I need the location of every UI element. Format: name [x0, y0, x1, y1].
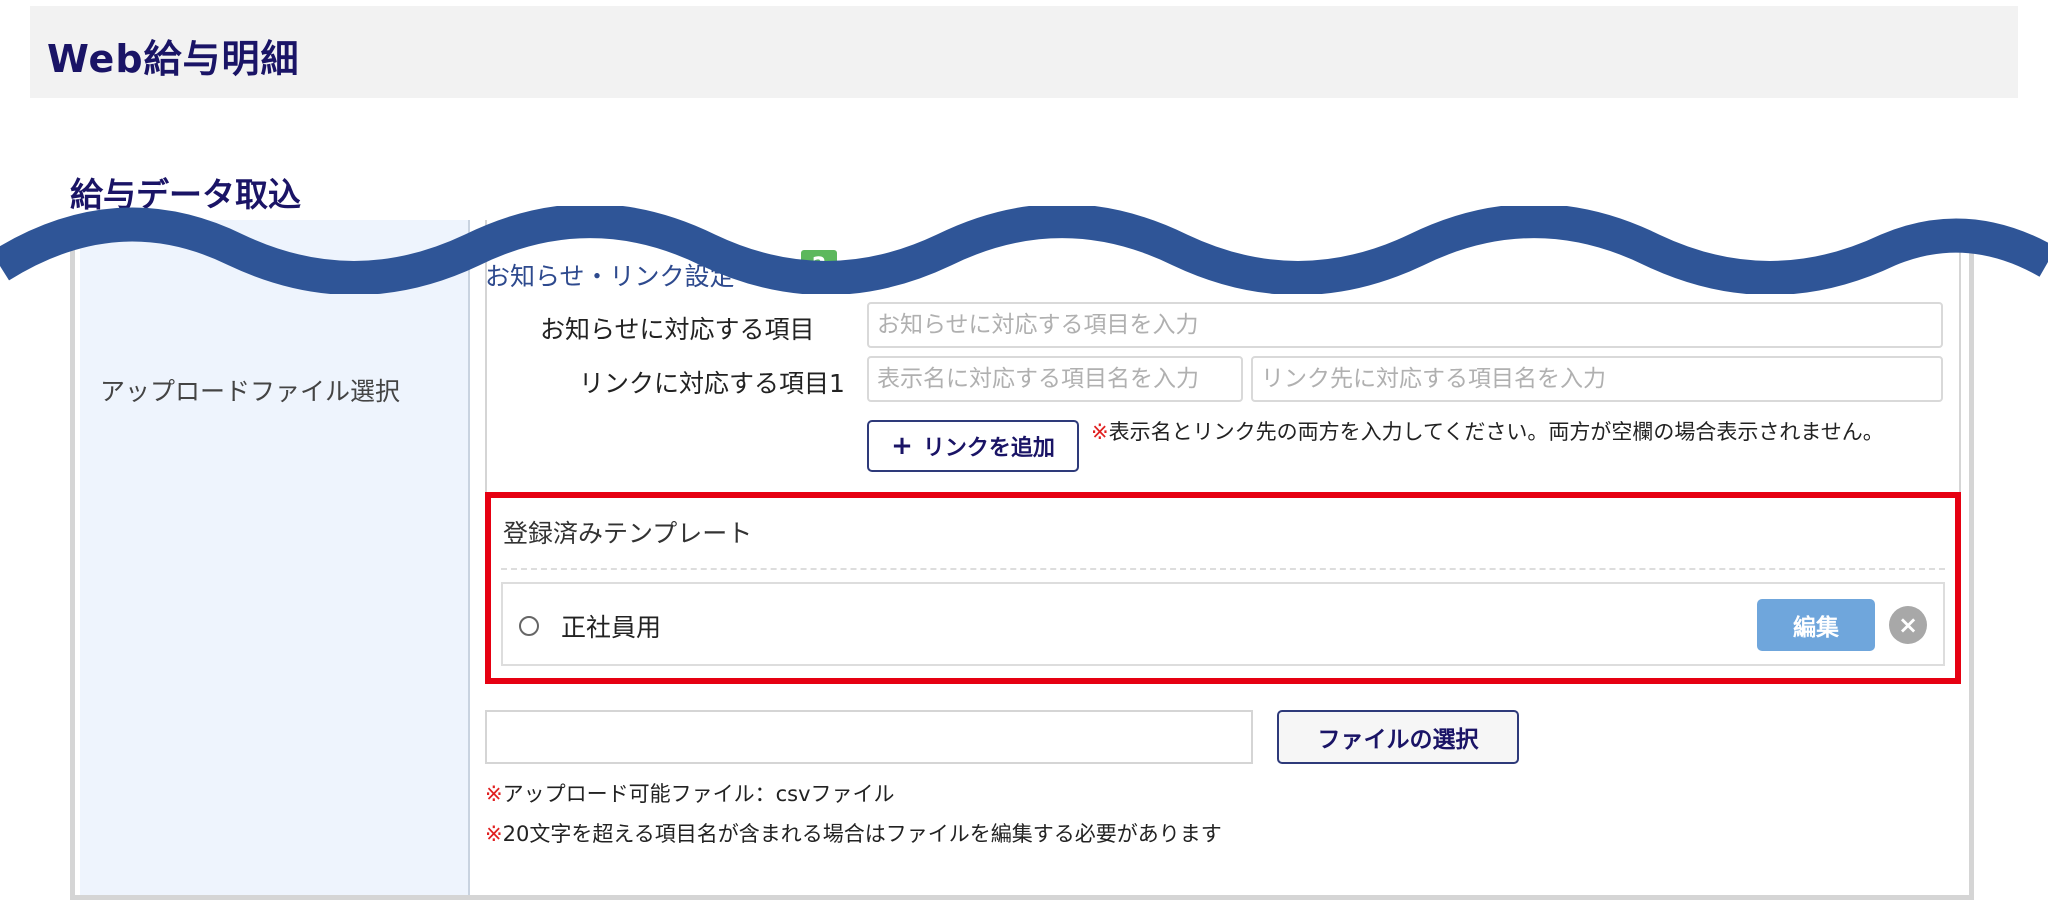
- file-note-text: アップロード可能ファイル：csvファイル: [502, 782, 895, 806]
- link-note: ※表示名とリンク先の両方を入力してください。両方が空欄の場合表示されません。: [1091, 416, 1931, 448]
- add-link-label: リンクを追加: [922, 436, 1055, 461]
- registered-templates-title: 登録済みテンプレート: [503, 519, 753, 548]
- link1-display-name-input[interactable]: [867, 356, 1243, 402]
- note-mark: ※: [485, 782, 503, 806]
- upload-form-card: アップロードファイル選択 お知らせ・リンク設定 ? お知らせに対応する項目 リン…: [70, 220, 1974, 900]
- template-row[interactable]: 正社員用 編集 ×: [501, 582, 1945, 666]
- registered-templates-panel: 登録済みテンプレート 正社員用 編集 ×: [485, 492, 1961, 684]
- close-icon[interactable]: ×: [1889, 606, 1927, 644]
- app-title: Web給与明細: [47, 37, 300, 81]
- radio-button[interactable]: [519, 616, 539, 636]
- link1-target-input[interactable]: [1251, 356, 1943, 402]
- file-note-text: 20文字を超える項目名が含まれる場合はファイルを編集する必要があります: [502, 822, 1222, 846]
- edit-template-button[interactable]: 編集: [1757, 599, 1875, 651]
- link1-item-label: リンクに対応する項目1: [579, 369, 845, 398]
- template-name: 正社員用: [561, 613, 662, 642]
- file-note: ※20文字を超える項目名が含まれる場合はファイルを編集する必要があります: [485, 818, 1222, 850]
- note-mark: ※: [1091, 420, 1109, 444]
- notice-item-label: お知らせに対応する項目: [540, 315, 815, 344]
- add-link-button[interactable]: + リンクを追加: [867, 420, 1079, 472]
- file-select-button[interactable]: ファイルの選択: [1277, 710, 1519, 764]
- upload-file-label: アップロードファイル選択: [100, 377, 401, 406]
- wave-divider: [0, 206, 2048, 294]
- file-path-field[interactable]: [485, 710, 1253, 764]
- wave-stroke: [0, 206, 2048, 294]
- divider: [501, 568, 1945, 570]
- plus-icon: +: [891, 431, 913, 461]
- form-label-column: アップロードファイル選択: [80, 220, 470, 895]
- note-mark: ※: [485, 822, 503, 846]
- app-header: Web給与明細: [30, 6, 2018, 98]
- file-note: ※アップロード可能ファイル：csvファイル: [485, 778, 895, 810]
- notice-item-input[interactable]: [867, 302, 1943, 348]
- link-note-text: 表示名とリンク先の両方を入力してください。両方が空欄の場合表示されません。: [1108, 420, 1884, 444]
